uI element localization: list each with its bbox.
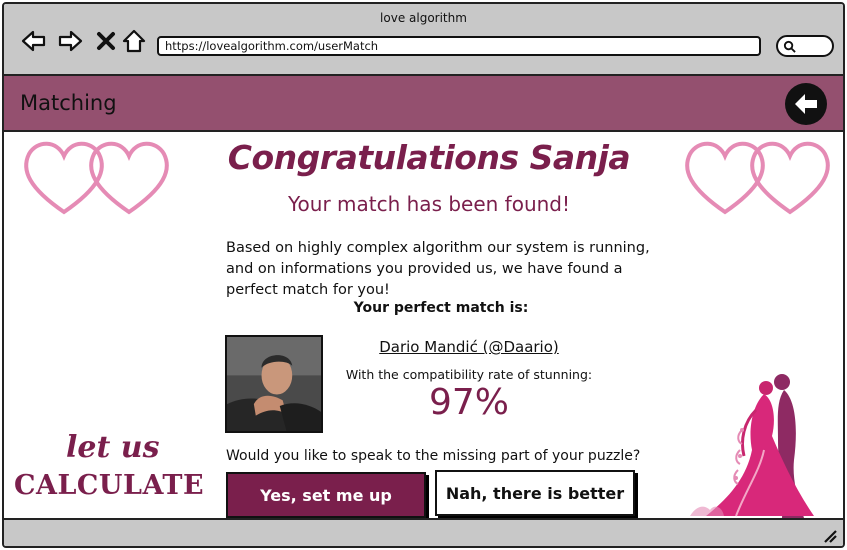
back-arrow-icon[interactable] <box>20 28 48 54</box>
back-circle-icon <box>795 94 817 114</box>
forward-arrow-icon[interactable] <box>56 28 84 54</box>
back-button[interactable] <box>785 83 827 125</box>
logo-top-text: let us <box>66 430 160 465</box>
match-photo <box>225 335 323 433</box>
compatibility-value: 97% <box>428 382 509 423</box>
app-header: Matching <box>4 76 843 132</box>
match-name-link[interactable]: Dario Mandić (@Daario) <box>334 338 604 356</box>
browser-toolbar: love algorithm https://lovealgorithm.com… <box>4 4 843 76</box>
couple-silhouette-decoration <box>690 374 814 518</box>
home-icon[interactable] <box>120 28 148 54</box>
yes-set-me-up-button[interactable]: Yes, set me up <box>226 472 426 518</box>
close-icon[interactable] <box>92 28 120 54</box>
hearts-decoration-right <box>685 141 830 215</box>
description-text: Based on highly complex algorithm our sy… <box>226 240 650 298</box>
browser-window: love algorithm https://lovealgorithm.com… <box>2 2 845 548</box>
window-title: love algorithm <box>380 11 467 25</box>
match-content: Congratulations Sanja Your match has bee… <box>4 134 843 520</box>
logo-bottom-text: CALCULATE <box>14 470 205 501</box>
search-button[interactable] <box>776 35 834 57</box>
congratulations-heading: Congratulations Sanja <box>227 138 631 177</box>
search-icon <box>783 40 796 53</box>
url-input[interactable]: https://lovealgorithm.com/userMatch <box>157 36 761 56</box>
let-us-calculate-logo: let us CALCULATE <box>10 430 206 510</box>
perfect-match-label: Your perfect match is: <box>353 300 529 316</box>
question-text: Would you like to speak to the missing p… <box>226 448 641 464</box>
hearts-decoration-left <box>24 141 169 215</box>
nah-there-is-better-button[interactable]: Nah, there is better <box>435 470 635 516</box>
resize-grip-icon[interactable] <box>821 527 837 543</box>
browser-status-bar <box>4 518 843 546</box>
page-title: Matching <box>20 91 117 115</box>
compatibility-label: With the compatibility rate of stunning: <box>345 367 593 382</box>
match-found-subheading: Your match has been found! <box>287 192 571 216</box>
